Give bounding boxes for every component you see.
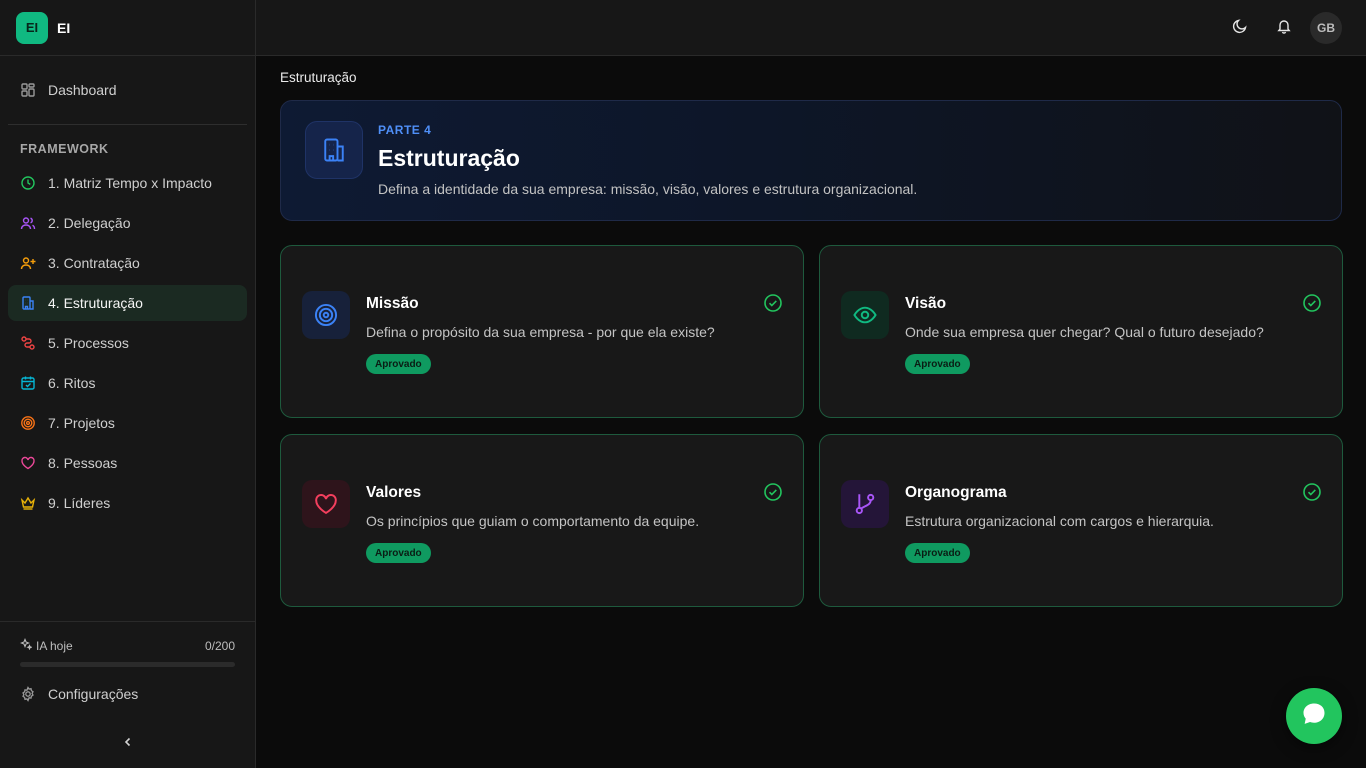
card-missao[interactable]: Missão Defina o propósito da sua empresa… xyxy=(280,245,804,418)
sidebar-item-estruturacao[interactable]: 4. Estruturação xyxy=(8,285,247,321)
card-description: Onde sua empresa quer chegar? Qual o fut… xyxy=(905,324,1264,340)
sidebar-item-label: 5. Processos xyxy=(48,335,129,351)
moon-icon xyxy=(1232,18,1248,39)
topbar: GB xyxy=(256,0,1366,56)
sidebar-item-label: 7. Projetos xyxy=(48,415,115,431)
layout-grid-icon xyxy=(20,82,36,98)
breadcrumb: Estruturação xyxy=(280,70,357,85)
clock-icon xyxy=(20,175,36,191)
heart-icon xyxy=(302,480,350,528)
check-circle-icon xyxy=(1303,294,1321,312)
card-description: Estrutura organizacional com cargos e hi… xyxy=(905,513,1214,529)
workflow-icon xyxy=(20,335,36,351)
sidebar-divider xyxy=(8,124,247,125)
sidebar-item-dashboard[interactable]: Dashboard xyxy=(8,72,247,108)
chat-bubble-icon xyxy=(1300,700,1328,733)
card-valores[interactable]: Valores Os princípios que guiam o compor… xyxy=(280,434,804,607)
target-icon xyxy=(20,415,36,431)
calendar-check-icon xyxy=(20,375,36,391)
sidebar: EI EI Dashboard FRAMEWORK 1. Matriz Temp… xyxy=(0,0,256,768)
card-description: Os princípios que guiam o comportamento … xyxy=(366,513,700,529)
brand-name[interactable]: EI xyxy=(57,20,70,36)
collapse-sidebar-button[interactable] xyxy=(116,732,140,756)
sidebar-item-lideres[interactable]: 9. Líderes xyxy=(8,485,247,521)
sidebar-item-label: 4. Estruturação xyxy=(48,295,143,311)
sidebar-item-label: 6. Ritos xyxy=(48,375,96,391)
ia-usage-bar xyxy=(20,662,235,667)
sidebar-item-projetos[interactable]: 7. Projetos xyxy=(8,405,247,441)
section-header: PARTE 4 Estruturação Defina a identidade… xyxy=(280,100,1342,221)
ia-usage-label: IA hoje xyxy=(36,638,73,653)
theme-toggle-button[interactable] xyxy=(1224,12,1256,44)
sparkles-icon xyxy=(20,638,33,653)
sidebar-item-label: 8. Pessoas xyxy=(48,455,118,471)
status-badge: Aprovado xyxy=(366,354,431,374)
sidebar-item-pessoas[interactable]: 8. Pessoas xyxy=(8,445,247,481)
check-circle-icon xyxy=(764,483,782,501)
status-badge: Aprovado xyxy=(905,354,970,374)
eye-icon xyxy=(841,291,889,339)
page-title: Estruturação xyxy=(378,145,520,171)
card-title: Visão xyxy=(905,295,947,312)
sidebar-item-ritos[interactable]: 6. Ritos xyxy=(8,365,247,401)
section-kicker: PARTE 4 xyxy=(378,123,432,137)
gear-icon xyxy=(20,686,36,702)
building-icon xyxy=(20,295,36,311)
sidebar-item-label: Configurações xyxy=(48,686,139,702)
sidebar-item-label: 9. Líderes xyxy=(48,495,111,511)
sidebar-item-contratacao[interactable]: 3. Contratação xyxy=(8,245,247,281)
users-icon xyxy=(20,215,36,231)
bell-icon xyxy=(1276,18,1292,39)
sidebar-item-delegacao[interactable]: 2. Delegação xyxy=(8,205,247,241)
brand[interactable]: EI EI xyxy=(0,0,255,56)
heart-icon xyxy=(20,455,36,471)
card-title: Missão xyxy=(366,295,419,312)
git-branch-icon xyxy=(841,480,889,528)
ia-usage: IA hoje 0/200 xyxy=(20,638,235,667)
brand-logo[interactable]: EI xyxy=(16,11,48,44)
ia-usage-count: 0/200 xyxy=(204,638,235,653)
sidebar-item-label: 2. Delegação xyxy=(48,215,131,231)
crown-icon xyxy=(20,495,36,511)
sidebar-item-matriz[interactable]: 1. Matriz Tempo x Impacto xyxy=(8,165,247,201)
target-icon xyxy=(302,291,350,339)
card-title: Valores xyxy=(366,484,422,501)
building-icon xyxy=(305,121,363,179)
card-visao[interactable]: Visão Onde sua empresa quer chegar? Qual… xyxy=(819,245,1343,418)
chevron-left-icon xyxy=(122,735,134,753)
sidebar-footer-divider xyxy=(0,621,256,622)
sidebar-item-label: 1. Matriz Tempo x Impacto xyxy=(48,175,212,191)
section-description: Defina a identidade da sua empresa: miss… xyxy=(378,181,918,197)
sidebar-item-label: Dashboard xyxy=(48,82,117,98)
sidebar-item-configuracoes[interactable]: Configurações xyxy=(8,676,247,712)
status-badge: Aprovado xyxy=(905,543,970,563)
card-title: Organograma xyxy=(905,484,1007,501)
check-circle-icon xyxy=(1303,483,1321,501)
status-badge: Aprovado xyxy=(366,543,431,563)
sidebar-item-processos[interactable]: 5. Processos xyxy=(8,325,247,361)
chat-button[interactable] xyxy=(1286,688,1342,744)
card-description: Defina o propósito da sua empresa - por … xyxy=(366,324,715,340)
user-plus-icon xyxy=(20,255,36,271)
check-circle-icon xyxy=(764,294,782,312)
avatar[interactable]: GB xyxy=(1310,12,1342,44)
sidebar-section-title: FRAMEWORK xyxy=(20,142,109,156)
notifications-button[interactable] xyxy=(1268,12,1300,44)
sidebar-item-label: 3. Contratação xyxy=(48,255,140,271)
card-organograma[interactable]: Organograma Estrutura organizacional com… xyxy=(819,434,1343,607)
